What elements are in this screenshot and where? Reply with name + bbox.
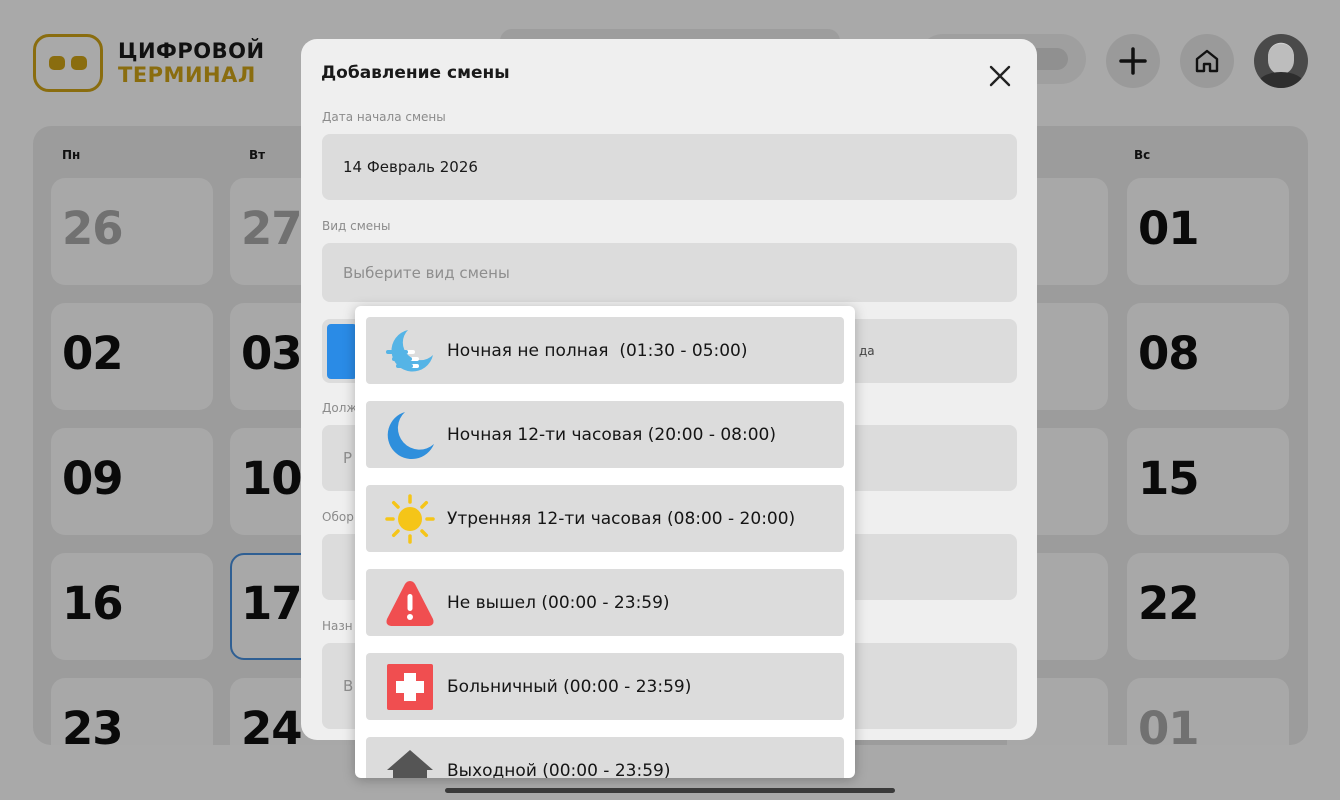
home-indicator[interactable] — [445, 788, 895, 793]
calendar-day[interactable]: 09 — [51, 428, 213, 535]
avatar[interactable] — [1254, 34, 1308, 88]
plus-icon — [1119, 47, 1147, 75]
shift-option[interactable]: Выходной (00:00 - 23:59) — [366, 737, 844, 778]
day-number: 10 — [241, 452, 303, 505]
equipment-label: Обор — [322, 510, 354, 524]
position-value: Р — [343, 449, 353, 467]
shift-option[interactable]: Утренняя 12-ти часовая (08:00 - 20:00) — [366, 485, 844, 552]
day-number: 27 — [241, 202, 303, 255]
day-number: 24 — [241, 702, 303, 745]
position-label: Долж — [322, 401, 358, 415]
calendar-day[interactable]: 15 — [1127, 428, 1289, 535]
calendar-day[interactable]: 22 — [1127, 553, 1289, 660]
shift-option-label: Ночная 12-ти часовая (20:00 - 08:00) — [447, 424, 776, 445]
day-number: 16 — [62, 577, 124, 630]
day-number: 01 — [1138, 702, 1200, 745]
warning-icon — [385, 578, 435, 628]
day-number: 09 — [62, 452, 124, 505]
app-logo: ЦИФРОВОЙ ТЕРМИНАЛ — [33, 34, 265, 92]
add-button[interactable] — [1106, 34, 1160, 88]
day-number: 17 — [241, 577, 303, 630]
calendar-day[interactable]: 02 — [51, 303, 213, 410]
shift-option-label: Больничный (00:00 - 23:59) — [447, 676, 692, 697]
start-date-field[interactable]: 14 Февраль 2026 — [322, 134, 1017, 200]
shift-option-label: Выходной (00:00 - 23:59) — [447, 760, 671, 779]
shift-option-label: Ночная не полная (01:30 - 05:00) — [447, 340, 748, 361]
day-number: 03 — [241, 327, 303, 380]
weekday-tue: Вт — [249, 148, 266, 162]
shift-option[interactable]: Больничный (00:00 - 23:59) — [366, 653, 844, 720]
weekday-sun: Вс — [1134, 148, 1151, 162]
shift-type-dropdown: Ночная не полная (01:30 - 05:00) Ночная … — [355, 306, 855, 778]
close-icon[interactable] — [987, 63, 1013, 89]
home-button[interactable] — [1180, 34, 1234, 88]
shift-option[interactable]: Не вышел (00:00 - 23:59) — [366, 569, 844, 636]
blue-toggle-button[interactable] — [327, 324, 357, 379]
weekday-mon: Пн — [62, 148, 81, 162]
shift-option-label: Утренняя 12-ти часовая (08:00 - 20:00) — [447, 508, 796, 529]
shift-type-placeholder: Выберите вид смены — [343, 263, 510, 282]
shift-option-label: Не вышел (00:00 - 23:59) — [447, 592, 670, 613]
crescent-moon-icon — [385, 410, 435, 460]
calendar-day[interactable]: 08 — [1127, 303, 1289, 410]
shift-option[interactable]: Ночная не полная (01:30 - 05:00) — [366, 317, 844, 384]
logo-text: ЦИФРОВОЙ ТЕРМИНАЛ — [118, 39, 265, 87]
modal-title: Добавление смены — [321, 63, 510, 83]
start-date-label: Дата начала смены — [322, 110, 446, 124]
day-number: 02 — [62, 327, 124, 380]
calendar-day[interactable]: 23 — [51, 678, 213, 745]
day-number: 23 — [62, 702, 124, 745]
day-number: 26 — [62, 202, 124, 255]
calendar-day[interactable]: 26 — [51, 178, 213, 285]
medical-cross-icon — [385, 662, 435, 712]
day-number: 08 — [1138, 327, 1200, 380]
assign-label: Назн — [322, 619, 353, 633]
shift-type-label: Вид смены — [322, 219, 391, 233]
start-date-value: 14 Февраль 2026 — [343, 158, 478, 176]
logo-line-1: ЦИФРОВОЙ — [118, 39, 265, 63]
option-row-tail-text: да — [859, 344, 875, 358]
calendar-day[interactable]: 01 — [1127, 178, 1289, 285]
logo-line-2: ТЕРМИНАЛ — [118, 63, 256, 87]
home-icon — [1195, 49, 1219, 73]
shift-option[interactable]: Ночная 12-ти часовая (20:00 - 08:00) — [366, 401, 844, 468]
calendar-day[interactable]: 16 — [51, 553, 213, 660]
day-number: 22 — [1138, 577, 1200, 630]
sun-icon — [385, 493, 435, 544]
shift-type-select[interactable]: Выберите вид смены — [322, 243, 1017, 302]
moon-fog-icon — [385, 326, 435, 376]
assign-value: В — [343, 677, 354, 695]
house-roof-icon — [385, 746, 435, 778]
day-number: 15 — [1138, 452, 1200, 505]
calendar-day[interactable]: 01 — [1127, 678, 1289, 745]
logo-mark-icon — [33, 34, 103, 92]
day-number: 01 — [1138, 202, 1200, 255]
